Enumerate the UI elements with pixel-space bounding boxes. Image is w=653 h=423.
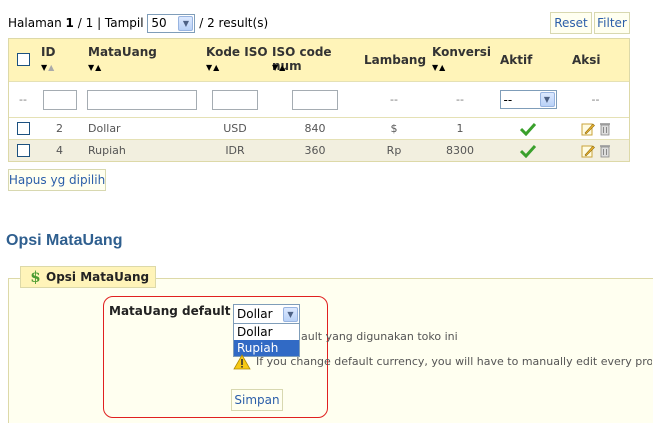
col-iso[interactable]: Kode ISO ▼▲ (202, 39, 268, 81)
col-currency[interactable]: MataUang ▼▲ (82, 39, 202, 81)
currency-dropdown-list[interactable]: Dollar Rupiah (233, 323, 300, 357)
col-actions: Aksi (572, 53, 601, 67)
edit-icon[interactable] (581, 144, 595, 158)
per-page-value: 50 (151, 16, 167, 30)
sort-icon[interactable]: ▼▲ (88, 63, 102, 72)
check-icon[interactable] (520, 122, 536, 136)
dropdown-option[interactable]: Dollar (234, 324, 299, 340)
table-row[interactable]: 4 Rupiah IDR 360 Rp 8300 (9, 139, 629, 161)
total-pages: / 1 (77, 16, 94, 30)
row-id: 4 (56, 144, 63, 157)
select-all-checkbox[interactable] (17, 53, 30, 66)
default-currency-label: MataUang default (109, 304, 231, 318)
col-active: Aktif (500, 53, 533, 67)
col-id[interactable]: ID ▼▲ (37, 39, 82, 81)
row-symbol: $ (390, 122, 398, 135)
check-icon[interactable] (520, 144, 536, 158)
save-button[interactable]: Simpan (231, 389, 283, 411)
sort-icon[interactable]: ▼▲ (206, 63, 220, 72)
default-currency-value: Dollar (237, 307, 273, 321)
trash-icon[interactable] (599, 143, 611, 158)
chevron-down-icon: ▼ (283, 306, 298, 322)
col-symbol: Lambang (364, 53, 427, 67)
current-page: 1 (65, 16, 74, 30)
per-page-label: | Tampil (97, 16, 144, 30)
row-iso: USD (223, 122, 247, 135)
chevron-down-icon: ▼ (178, 15, 194, 31)
currency-table: ID ▼▲ MataUang ▼▲ Kode ISO ▼▲ ISO code n… (8, 38, 630, 162)
edit-icon[interactable] (581, 122, 595, 136)
table-row[interactable]: 2 Dollar USD 840 $ 1 (9, 117, 629, 139)
row-iso-num: 360 (304, 144, 326, 157)
active-filter-select[interactable]: -- ▼ (499, 90, 557, 109)
per-page-select[interactable]: 50 ▼ (147, 13, 196, 33)
trash-icon[interactable] (599, 121, 611, 136)
sort-icon[interactable]: ▼▲ (272, 63, 286, 72)
row-iso-num: 840 (304, 122, 326, 135)
col-iso-num[interactable]: ISO code num ▼▲ (268, 39, 362, 81)
filter-row: -- -- -- -- ▼ -- (9, 81, 629, 117)
result-count: / 2 result(s) (199, 16, 269, 30)
row-checkbox[interactable] (16, 122, 30, 135)
dollar-icon: $ (30, 268, 41, 286)
iso-num-filter-input[interactable] (292, 89, 338, 110)
row-currency: Dollar (88, 122, 121, 135)
row-checkbox[interactable] (16, 144, 30, 157)
sort-icon[interactable]: ▼▲ (432, 63, 446, 72)
currency-filter-input[interactable] (87, 89, 197, 110)
reset-button[interactable]: Reset (550, 12, 592, 34)
filter-button[interactable]: Filter (594, 12, 630, 34)
row-id: 2 (56, 122, 63, 135)
default-currency-hint: ault yang digunakan toko ini (301, 330, 458, 343)
currency-change-warning: If you change default currency, you will… (256, 355, 652, 368)
sort-icon[interactable]: ▼▲ (41, 63, 55, 72)
id-filter-input[interactable] (42, 89, 77, 110)
default-currency-select[interactable]: Dollar ▼ (233, 304, 300, 324)
page-label: Halaman (8, 16, 62, 30)
section-title: Opsi MataUang (6, 232, 123, 249)
warning-icon (233, 354, 251, 370)
col-rate[interactable]: Konversi ▼▲ (426, 39, 494, 81)
row-currency: Rupiah (88, 144, 126, 157)
row-iso: IDR (225, 144, 245, 157)
fieldset-legend: $ Opsi MataUang (20, 266, 157, 288)
pagination-bar: Halaman 1 / 1 | Tampil 50 ▼ / 2 result(s… (8, 12, 268, 34)
iso-filter-input[interactable] (212, 89, 258, 110)
row-rate: 8300 (446, 144, 474, 157)
chevron-down-icon: ▼ (539, 92, 555, 107)
row-symbol: Rp (386, 144, 402, 157)
delete-selected-button[interactable]: Hapus yg dipilih (8, 169, 106, 191)
table-header: ID ▼▲ MataUang ▼▲ Kode ISO ▼▲ ISO code n… (9, 39, 629, 81)
row-rate: 1 (456, 122, 464, 135)
